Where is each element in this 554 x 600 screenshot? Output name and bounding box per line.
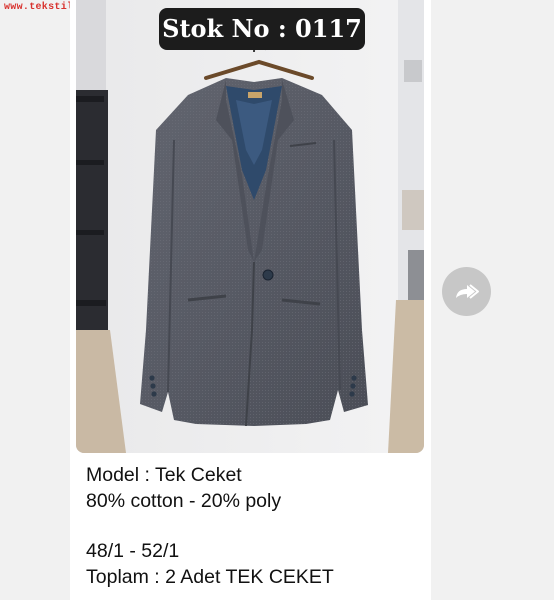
jacket-image	[76, 0, 424, 453]
caption-fabric: 80% cotton - 20% poly	[86, 489, 282, 512]
forward-share-button[interactable]	[442, 267, 491, 316]
stock-number-badge: Stok No : 0117	[159, 8, 365, 50]
caption-sizes: 48/1 - 52/1	[86, 540, 180, 562]
forward-share-icon	[455, 283, 479, 299]
caption-total: Toplam : 2 Adet TEK CEKET	[86, 565, 334, 588]
caption-model: Model : Tek Ceket	[86, 464, 242, 486]
product-photo[interactable]	[76, 0, 424, 453]
message-caption: Model : Tek Ceket 80% cotton - 20% poly …	[86, 463, 421, 590]
